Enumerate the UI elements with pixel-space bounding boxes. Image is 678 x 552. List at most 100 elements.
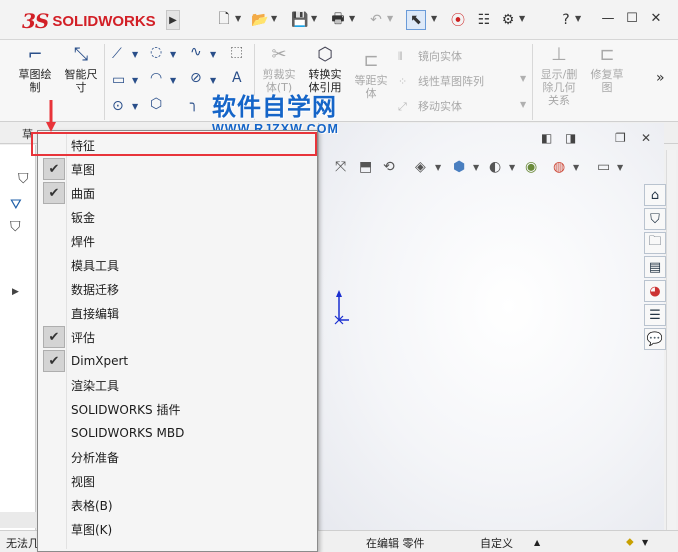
maximize-icon[interactable]: ☐ <box>622 8 642 28</box>
text-icon[interactable]: A <box>232 70 242 86</box>
menu-item[interactable]: 模具工具 <box>40 253 316 277</box>
restore-window-icon[interactable]: ❐ <box>615 131 626 145</box>
menu-item[interactable]: 直接编辑 <box>40 301 316 325</box>
filter-icon[interactable]: ⛛ <box>10 197 22 213</box>
move-dropdown-icon[interactable]: ▼ <box>520 100 526 109</box>
previous-view-icon[interactable]: ⟲ <box>383 159 395 175</box>
spline-icon[interactable]: ∿ <box>190 44 202 60</box>
appearances-icon[interactable]: ◕ <box>644 280 666 302</box>
section-view-icon[interactable]: ◈ <box>415 159 426 175</box>
menu-item[interactable]: ✔ DimXpert <box>40 349 316 373</box>
tile-window-icon-2[interactable]: ◨ <box>565 131 576 145</box>
help-icon[interactable]: ? <box>556 10 576 30</box>
status-units[interactable]: 自定义 <box>480 535 513 551</box>
horizontal-scrollbar[interactable] <box>0 512 36 528</box>
view-orientation-icon[interactable]: ⬢ <box>453 159 465 175</box>
zoom-area-icon[interactable]: ⬒ <box>359 159 372 175</box>
menu-item[interactable]: 草图(K) <box>40 517 316 541</box>
slot-dropdown-icon[interactable]: ▼ <box>132 102 138 111</box>
ellipse-dropdown-icon[interactable]: ▼ <box>210 76 216 85</box>
print-dropdown-icon[interactable]: ▼ <box>349 14 355 23</box>
save-dropdown-icon[interactable]: ▼ <box>311 14 317 23</box>
slot-icon[interactable]: ⊙ <box>112 98 124 114</box>
display-style-icon[interactable]: ◐ <box>489 159 501 175</box>
display-style-dropdown-icon[interactable]: ▼ <box>509 163 515 172</box>
rectangle-icon[interactable]: ▭ <box>112 72 125 88</box>
repair-sketch-button[interactable]: ⊏ 修复草 图 <box>586 44 628 94</box>
scene-dropdown-icon[interactable]: ▼ <box>573 163 579 172</box>
file-properties-icon[interactable]: ☷ <box>474 10 494 30</box>
units-dropdown-icon[interactable]: ▲ <box>534 538 540 547</box>
circle-icon[interactable]: ◌ <box>150 44 162 60</box>
help-dropdown-icon[interactable]: ▼ <box>575 14 581 23</box>
rebuild-traffic-light-icon[interactable]: ⦿ <box>448 10 468 30</box>
forum-icon[interactable]: 💬 <box>644 328 666 350</box>
view-palette-icon[interactable]: ▤ <box>644 256 666 278</box>
rectangle-dropdown-icon[interactable]: ▼ <box>132 76 138 85</box>
ellipse-icon[interactable]: ⊘ <box>190 70 202 86</box>
view-settings-dropdown-icon[interactable]: ▼ <box>617 163 623 172</box>
menu-item[interactable]: ✔ 草图 <box>40 157 316 181</box>
options-gear-icon[interactable]: ⚙ <box>498 10 518 30</box>
expand-arrow-icon[interactable]: ▶ <box>12 287 19 297</box>
view-settings-icon[interactable]: ▭ <box>597 159 610 175</box>
ribbon-expand-icon[interactable]: » <box>656 70 665 86</box>
section-dropdown-icon[interactable]: ▼ <box>435 163 441 172</box>
minimize-icon[interactable]: — <box>598 8 618 28</box>
move-entities-button[interactable]: ⤢ 移动实体 <box>398 98 462 114</box>
home-icon[interactable]: ⌂ <box>644 184 666 206</box>
offset-entities-button[interactable]: ⊏ 等距实 体 <box>350 50 392 100</box>
orientation-dropdown-icon[interactable]: ▼ <box>473 163 479 172</box>
arc-icon[interactable]: ◠ <box>150 70 162 86</box>
spline-dropdown-icon[interactable]: ▼ <box>210 50 216 59</box>
rebuild-tag-icon[interactable]: ⬥ <box>626 535 634 549</box>
mirror-entities-button[interactable]: ⫴ 镜向实体 <box>398 48 462 64</box>
graphics-area[interactable]: ◧ ◨ ❐ ✕ ⤧ ⬒ ⟲ ◈ ▼ ⬢ ▼ ◐ ▼ ◉ ◍ ▼ ▭ ▼ <box>318 123 664 530</box>
sketch-button[interactable]: ⌐ 草图绘 制 <box>14 44 56 94</box>
fillet-icon[interactable]: ╮ <box>190 96 198 112</box>
part-tree-icon[interactable]: ⛉ <box>10 219 21 235</box>
menu-item[interactable]: ✔ 评估 <box>40 325 316 349</box>
arc-dropdown-icon[interactable]: ▼ <box>170 76 176 85</box>
close-icon[interactable]: ✕ <box>646 8 666 28</box>
print-icon[interactable]: 🖶 <box>328 10 348 30</box>
open-dropdown-icon[interactable]: ▼ <box>271 14 277 23</box>
menu-item[interactable]: 钣金 <box>40 205 316 229</box>
undo-icon[interactable]: ↶ <box>366 10 386 30</box>
undo-dropdown-icon[interactable]: ▼ <box>387 14 393 23</box>
select-dropdown-icon[interactable]: ▼ <box>431 14 437 23</box>
design-library-icon[interactable]: ⛉ <box>644 208 666 230</box>
part-icon[interactable]: ⛉ <box>18 171 29 187</box>
menu-item[interactable]: 焊件 <box>40 229 316 253</box>
edit-appearance-icon[interactable]: ◉ <box>525 159 537 175</box>
zoom-to-fit-icon[interactable]: ⤧ <box>335 159 346 175</box>
menu-item[interactable]: SOLIDWORKS MBD <box>40 421 316 445</box>
construction-box-icon[interactable]: ⬚ <box>230 44 243 60</box>
line-icon[interactable]: ⟋ <box>112 46 122 62</box>
convert-entities-button[interactable]: ⬡ 转换实 体引用 <box>302 44 348 94</box>
display-delete-relations-button[interactable]: ⊥ 显示/删 除几何 关系 <box>536 44 582 107</box>
trim-entities-button[interactable]: ✂ 剪裁实 体(T) <box>258 44 300 94</box>
polygon-icon[interactable]: ⬡ <box>150 96 162 112</box>
options-dropdown-icon[interactable]: ▼ <box>519 14 525 23</box>
new-document-icon[interactable]: 🗋 <box>214 10 234 30</box>
menu-item[interactable]: 分析准备 <box>40 445 316 469</box>
menu-item[interactable]: 数据迁移 <box>40 277 316 301</box>
line-dropdown-icon[interactable]: ▼ <box>132 50 138 59</box>
close-document-icon[interactable]: ✕ <box>641 131 651 145</box>
scene-icon[interactable]: ◍ <box>553 159 565 175</box>
menu-item[interactable]: 渲染工具 <box>40 373 316 397</box>
menu-item[interactable]: 表格(B) <box>40 493 316 517</box>
expand-menu-arrow[interactable]: ▶ <box>166 10 180 30</box>
menu-item[interactable]: ✔ 曲面 <box>40 181 316 205</box>
menu-item[interactable]: SOLIDWORKS 插件 <box>40 397 316 421</box>
menu-item[interactable]: 视图 <box>40 469 316 493</box>
open-folder-icon[interactable]: 📂 <box>250 10 270 30</box>
linear-pattern-button[interactable]: ⁘ 线性草图阵列 <box>398 73 484 89</box>
tile-window-icon[interactable]: ◧ <box>541 131 552 145</box>
select-cursor-icon[interactable]: ⬉ <box>406 10 426 30</box>
custom-properties-icon[interactable]: ☰ <box>644 304 666 326</box>
new-dropdown-icon[interactable]: ▼ <box>235 14 241 23</box>
save-icon[interactable]: 💾 <box>290 10 310 30</box>
tag-dropdown-icon[interactable]: ▼ <box>642 538 648 547</box>
